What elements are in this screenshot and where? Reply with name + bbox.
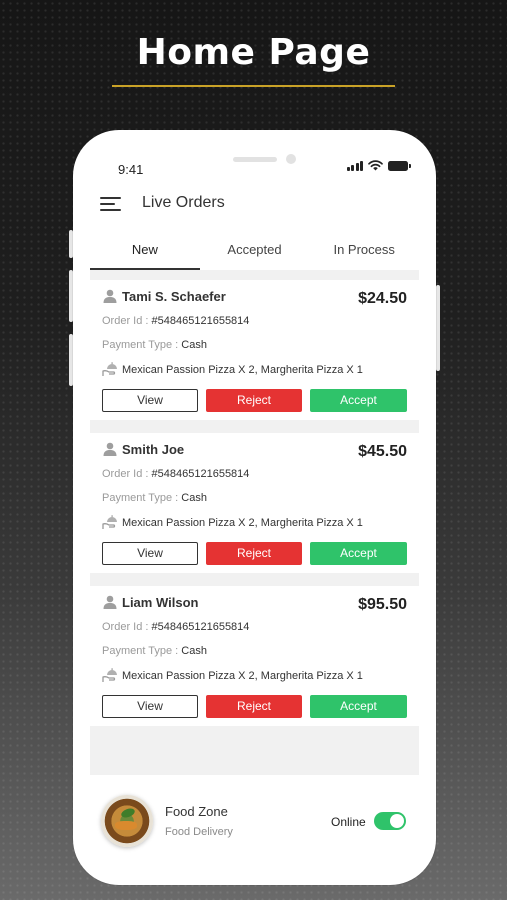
- payment-type-row: Payment Type : Cash: [102, 645, 207, 657]
- phone-camera: [286, 154, 296, 164]
- order-card: Smith Joe $45.50 Order Id : #54846512165…: [90, 433, 419, 573]
- tab-in-process[interactable]: In Process: [309, 233, 419, 270]
- payment-type-label: Payment Type :: [102, 492, 179, 504]
- person-icon: [103, 442, 117, 456]
- screen-title: Live Orders: [142, 194, 225, 211]
- shop-subtitle: Food Delivery: [165, 826, 233, 838]
- shop-name: Food Zone: [165, 804, 228, 819]
- order-card: Tami S. Schaefer $24.50 Order Id : #5484…: [90, 280, 419, 420]
- orders-list[interactable]: Tami S. Schaefer $24.50 Order Id : #5484…: [90, 270, 419, 775]
- order-price: $45.50: [358, 443, 407, 460]
- accept-button[interactable]: Accept: [310, 389, 407, 412]
- order-id-label: Order Id :: [102, 468, 149, 480]
- phone-frame: 9:41 Live Orders New Accepted In Process: [73, 130, 436, 885]
- reject-button[interactable]: Reject: [206, 695, 302, 718]
- accept-button[interactable]: Accept: [310, 542, 407, 565]
- person-icon: [103, 289, 117, 303]
- phone-power-button: [436, 285, 440, 371]
- order-id-label: Order Id :: [102, 621, 149, 633]
- shop-food-image: [101, 795, 153, 847]
- payment-type-row: Payment Type : Cash: [102, 339, 207, 351]
- status-icons: [346, 160, 411, 171]
- payment-type-label: Payment Type :: [102, 339, 179, 351]
- serving-hand-icon: [102, 668, 117, 682]
- view-button[interactable]: View: [102, 695, 198, 718]
- order-id-value: #548465121655814: [151, 468, 250, 480]
- serving-hand-icon: [102, 362, 117, 376]
- order-id-row: Order Id : #548465121655814: [102, 315, 249, 327]
- order-id-row: Order Id : #548465121655814: [102, 621, 249, 633]
- shop-footer: Food Zone Food Delivery Online: [73, 785, 436, 885]
- serving-hand-icon: [102, 515, 117, 529]
- order-price: $95.50: [358, 596, 407, 613]
- order-id-value: #548465121655814: [151, 315, 250, 327]
- tab-new[interactable]: New: [90, 233, 200, 270]
- signal-icon: [346, 160, 363, 171]
- order-tabs: New Accepted In Process: [90, 233, 419, 270]
- battery-icon: [388, 160, 411, 171]
- online-status-label: Online: [331, 815, 366, 829]
- payment-type-row: Payment Type : Cash: [102, 492, 207, 504]
- person-icon: [103, 595, 117, 609]
- view-button[interactable]: View: [102, 389, 198, 412]
- order-price: $24.50: [358, 290, 407, 307]
- payment-type-value: Cash: [181, 492, 207, 504]
- order-id-value: #548465121655814: [151, 621, 250, 633]
- order-id-label: Order Id :: [102, 315, 149, 327]
- view-button[interactable]: View: [102, 542, 198, 565]
- customer-name: Tami S. Schaefer: [122, 289, 226, 304]
- reject-button[interactable]: Reject: [206, 542, 302, 565]
- customer-name: Liam Wilson: [122, 595, 199, 610]
- order-items: Mexican Passion Pizza X 2, Margherita Pi…: [122, 517, 363, 529]
- page-heading: Home Page: [136, 32, 371, 73]
- customer-name: Smith Joe: [122, 442, 185, 457]
- order-card: Liam Wilson $95.50 Order Id : #548465121…: [90, 586, 419, 726]
- accept-button[interactable]: Accept: [310, 695, 407, 718]
- order-id-row: Order Id : #548465121655814: [102, 468, 249, 480]
- order-items: Mexican Passion Pizza X 2, Margherita Pi…: [122, 670, 363, 682]
- reject-button[interactable]: Reject: [206, 389, 302, 412]
- order-items: Mexican Passion Pizza X 2, Margherita Pi…: [122, 364, 363, 376]
- status-time: 9:41: [118, 162, 144, 177]
- hamburger-menu-icon[interactable]: [100, 196, 122, 212]
- wifi-icon: [368, 160, 383, 171]
- payment-type-value: Cash: [181, 645, 207, 657]
- payment-type-value: Cash: [181, 339, 207, 351]
- tab-accepted[interactable]: Accepted: [200, 233, 310, 270]
- toggle-knob: [390, 814, 404, 828]
- online-toggle[interactable]: [374, 812, 406, 830]
- payment-type-label: Payment Type :: [102, 645, 179, 657]
- phone-speaker: [233, 157, 277, 162]
- heading-underline: [112, 85, 395, 87]
